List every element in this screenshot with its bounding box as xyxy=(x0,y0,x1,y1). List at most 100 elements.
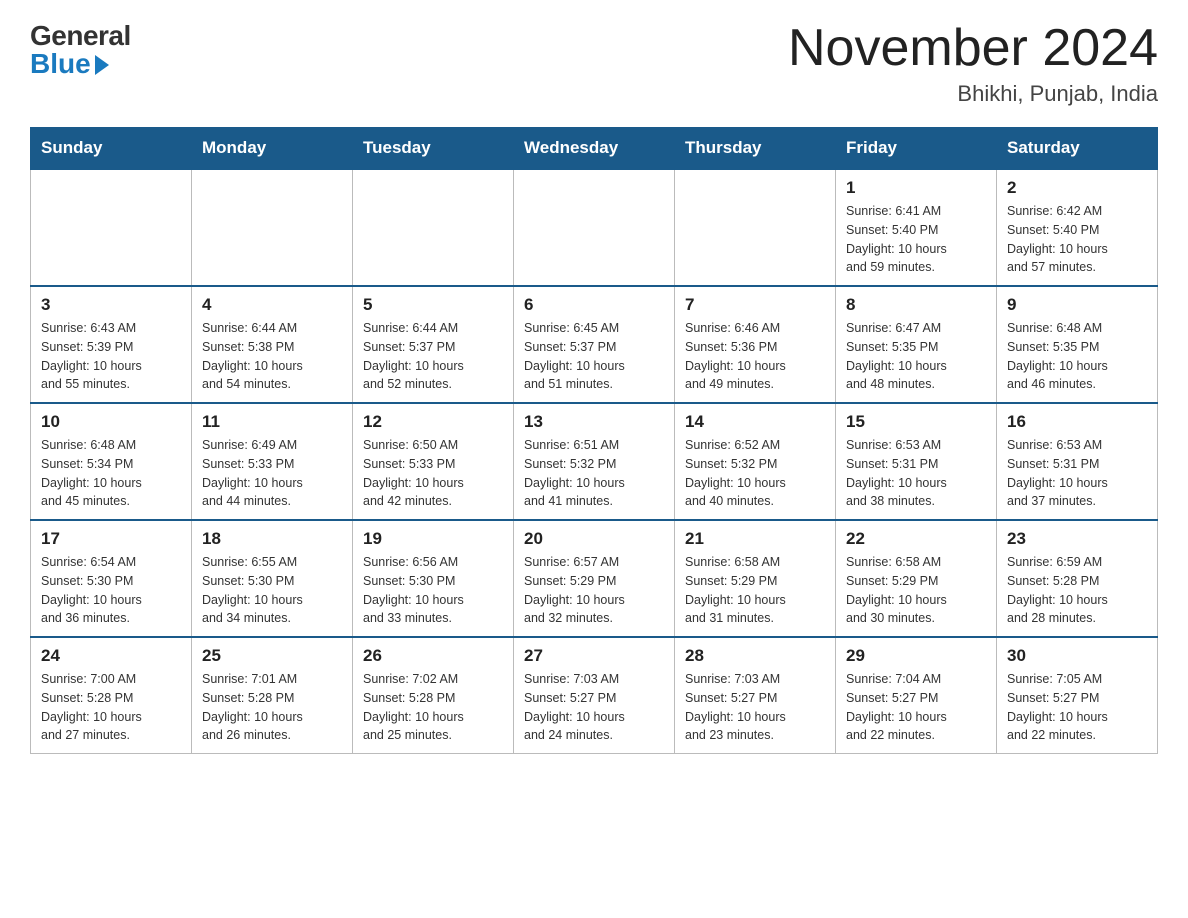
weekday-header-saturday: Saturday xyxy=(997,128,1158,170)
calendar-cell: 12Sunrise: 6:50 AMSunset: 5:33 PMDayligh… xyxy=(353,403,514,520)
calendar-week-row: 17 Sunrise: 6:54 AMSunset: 5:30 PMDayligh… xyxy=(31,520,1158,637)
day-number: 21 xyxy=(685,529,825,549)
day-number: 23 xyxy=(1007,529,1147,549)
weekday-header-sunday: Sunday xyxy=(31,128,192,170)
calendar-cell: 18 Sunrise: 6:55 AMSunset: 5:30 PMDayligh… xyxy=(192,520,353,637)
day-number: 4 xyxy=(202,295,342,315)
day-info: Sunrise: 6:42 AMSunset: 5:40 PMDaylight:… xyxy=(1007,202,1147,277)
day-info: Sunrise: 7:00 AMSunset: 5:28 PMDaylight:… xyxy=(41,670,181,745)
logo-blue-row: Blue xyxy=(30,48,109,80)
day-number: 20 xyxy=(524,529,664,549)
day-number: 22 xyxy=(846,529,986,549)
day-number: 25 xyxy=(202,646,342,666)
calendar-cell xyxy=(192,169,353,286)
calendar-cell: 17 Sunrise: 6:54 AMSunset: 5:30 PMDayligh… xyxy=(31,520,192,637)
calendar-cell: 29Sunrise: 7:04 AMSunset: 5:27 PMDayligh… xyxy=(836,637,997,754)
day-number: 17 xyxy=(41,529,181,549)
calendar-cell: 27 Sunrise: 7:03 AMSunset: 5:27 PMDayligh… xyxy=(514,637,675,754)
day-info: Sunrise: 6:47 AMSunset: 5:35 PMDaylight:… xyxy=(846,319,986,394)
day-info: Sunrise: 6:41 AMSunset: 5:40 PMDaylight:… xyxy=(846,202,986,277)
day-info: Sunrise: 6:58 AMSunset: 5:29 PMDaylight:… xyxy=(685,553,825,628)
weekday-header-tuesday: Tuesday xyxy=(353,128,514,170)
day-info: Sunrise: 6:44 AMSunset: 5:37 PMDaylight:… xyxy=(363,319,503,394)
title-area: November 2024 Bhikhi, Punjab, India xyxy=(788,20,1158,107)
calendar-cell: 23 Sunrise: 6:59 AMSunset: 5:28 PMDayligh… xyxy=(997,520,1158,637)
day-info: Sunrise: 7:04 AMSunset: 5:27 PMDaylight:… xyxy=(846,670,986,745)
calendar-week-row: 10Sunrise: 6:48 AMSunset: 5:34 PMDayligh… xyxy=(31,403,1158,520)
calendar-cell: 4Sunrise: 6:44 AMSunset: 5:38 PMDaylight… xyxy=(192,286,353,403)
weekday-header-wednesday: Wednesday xyxy=(514,128,675,170)
calendar-cell xyxy=(31,169,192,286)
calendar-cell xyxy=(514,169,675,286)
header: General Blue November 2024 Bhikhi, Punja… xyxy=(30,20,1158,107)
logo-arrow-icon xyxy=(95,55,109,75)
day-info: Sunrise: 6:48 AMSunset: 5:35 PMDaylight:… xyxy=(1007,319,1147,394)
day-info: Sunrise: 6:49 AMSunset: 5:33 PMDaylight:… xyxy=(202,436,342,511)
calendar-cell: 14Sunrise: 6:52 AMSunset: 5:32 PMDayligh… xyxy=(675,403,836,520)
day-number: 12 xyxy=(363,412,503,432)
day-number: 6 xyxy=(524,295,664,315)
weekday-header-thursday: Thursday xyxy=(675,128,836,170)
day-number: 16 xyxy=(1007,412,1147,432)
calendar-cell: 25 Sunrise: 7:01 AMSunset: 5:28 PMDayligh… xyxy=(192,637,353,754)
calendar-week-row: 1 Sunrise: 6:41 AMSunset: 5:40 PMDaylight… xyxy=(31,169,1158,286)
calendar-cell: 8 Sunrise: 6:47 AMSunset: 5:35 PMDaylight… xyxy=(836,286,997,403)
day-number: 24 xyxy=(41,646,181,666)
day-info: Sunrise: 7:03 AMSunset: 5:27 PMDaylight:… xyxy=(685,670,825,745)
calendar-cell xyxy=(675,169,836,286)
calendar-cell xyxy=(353,169,514,286)
day-number: 8 xyxy=(846,295,986,315)
day-number: 15 xyxy=(846,412,986,432)
day-number: 2 xyxy=(1007,178,1147,198)
calendar-cell: 9Sunrise: 6:48 AMSunset: 5:35 PMDaylight… xyxy=(997,286,1158,403)
day-number: 26 xyxy=(363,646,503,666)
month-title: November 2024 xyxy=(788,20,1158,77)
day-info: Sunrise: 7:02 AMSunset: 5:28 PMDaylight:… xyxy=(363,670,503,745)
day-number: 13 xyxy=(524,412,664,432)
calendar-body: 1 Sunrise: 6:41 AMSunset: 5:40 PMDaylight… xyxy=(31,169,1158,754)
calendar-cell: 2 Sunrise: 6:42 AMSunset: 5:40 PMDaylight… xyxy=(997,169,1158,286)
day-info: Sunrise: 7:01 AMSunset: 5:28 PMDaylight:… xyxy=(202,670,342,745)
day-info: Sunrise: 6:45 AMSunset: 5:37 PMDaylight:… xyxy=(524,319,664,394)
location-title: Bhikhi, Punjab, India xyxy=(788,81,1158,107)
weekday-header-row: SundayMondayTuesdayWednesdayThursdayFrid… xyxy=(31,128,1158,170)
day-number: 5 xyxy=(363,295,503,315)
day-info: Sunrise: 6:54 AMSunset: 5:30 PMDaylight:… xyxy=(41,553,181,628)
calendar-week-row: 24 Sunrise: 7:00 AMSunset: 5:28 PMDayligh… xyxy=(31,637,1158,754)
day-info: Sunrise: 6:53 AMSunset: 5:31 PMDaylight:… xyxy=(846,436,986,511)
calendar-header: SundayMondayTuesdayWednesdayThursdayFrid… xyxy=(31,128,1158,170)
logo: General Blue xyxy=(30,20,131,80)
calendar-cell: 22 Sunrise: 6:58 AMSunset: 5:29 PMDayligh… xyxy=(836,520,997,637)
calendar-cell: 13 Sunrise: 6:51 AMSunset: 5:32 PMDayligh… xyxy=(514,403,675,520)
calendar-cell: 24 Sunrise: 7:00 AMSunset: 5:28 PMDayligh… xyxy=(31,637,192,754)
day-info: Sunrise: 6:52 AMSunset: 5:32 PMDaylight:… xyxy=(685,436,825,511)
calendar-table: SundayMondayTuesdayWednesdayThursdayFrid… xyxy=(30,127,1158,754)
day-info: Sunrise: 6:55 AMSunset: 5:30 PMDaylight:… xyxy=(202,553,342,628)
logo-blue-text: Blue xyxy=(30,48,91,80)
day-number: 3 xyxy=(41,295,181,315)
day-number: 7 xyxy=(685,295,825,315)
day-number: 28 xyxy=(685,646,825,666)
calendar-cell: 28 Sunrise: 7:03 AMSunset: 5:27 PMDayligh… xyxy=(675,637,836,754)
calendar-cell: 11 Sunrise: 6:49 AMSunset: 5:33 PMDayligh… xyxy=(192,403,353,520)
calendar-cell: 26 Sunrise: 7:02 AMSunset: 5:28 PMDayligh… xyxy=(353,637,514,754)
day-info: Sunrise: 6:51 AMSunset: 5:32 PMDaylight:… xyxy=(524,436,664,511)
day-info: Sunrise: 6:48 AMSunset: 5:34 PMDaylight:… xyxy=(41,436,181,511)
day-info: Sunrise: 6:46 AMSunset: 5:36 PMDaylight:… xyxy=(685,319,825,394)
weekday-header-friday: Friday xyxy=(836,128,997,170)
day-number: 27 xyxy=(524,646,664,666)
day-info: Sunrise: 6:58 AMSunset: 5:29 PMDaylight:… xyxy=(846,553,986,628)
day-info: Sunrise: 6:59 AMSunset: 5:28 PMDaylight:… xyxy=(1007,553,1147,628)
day-info: Sunrise: 7:03 AMSunset: 5:27 PMDaylight:… xyxy=(524,670,664,745)
day-number: 18 xyxy=(202,529,342,549)
calendar-cell: 16Sunrise: 6:53 AMSunset: 5:31 PMDayligh… xyxy=(997,403,1158,520)
day-number: 1 xyxy=(846,178,986,198)
calendar-cell: 1 Sunrise: 6:41 AMSunset: 5:40 PMDaylight… xyxy=(836,169,997,286)
calendar-cell: 19Sunrise: 6:56 AMSunset: 5:30 PMDayligh… xyxy=(353,520,514,637)
day-info: Sunrise: 6:56 AMSunset: 5:30 PMDaylight:… xyxy=(363,553,503,628)
calendar-cell: 7 Sunrise: 6:46 AMSunset: 5:36 PMDaylight… xyxy=(675,286,836,403)
weekday-header-monday: Monday xyxy=(192,128,353,170)
day-number: 11 xyxy=(202,412,342,432)
calendar-cell: 15 Sunrise: 6:53 AMSunset: 5:31 PMDayligh… xyxy=(836,403,997,520)
calendar-cell: 6 Sunrise: 6:45 AMSunset: 5:37 PMDaylight… xyxy=(514,286,675,403)
